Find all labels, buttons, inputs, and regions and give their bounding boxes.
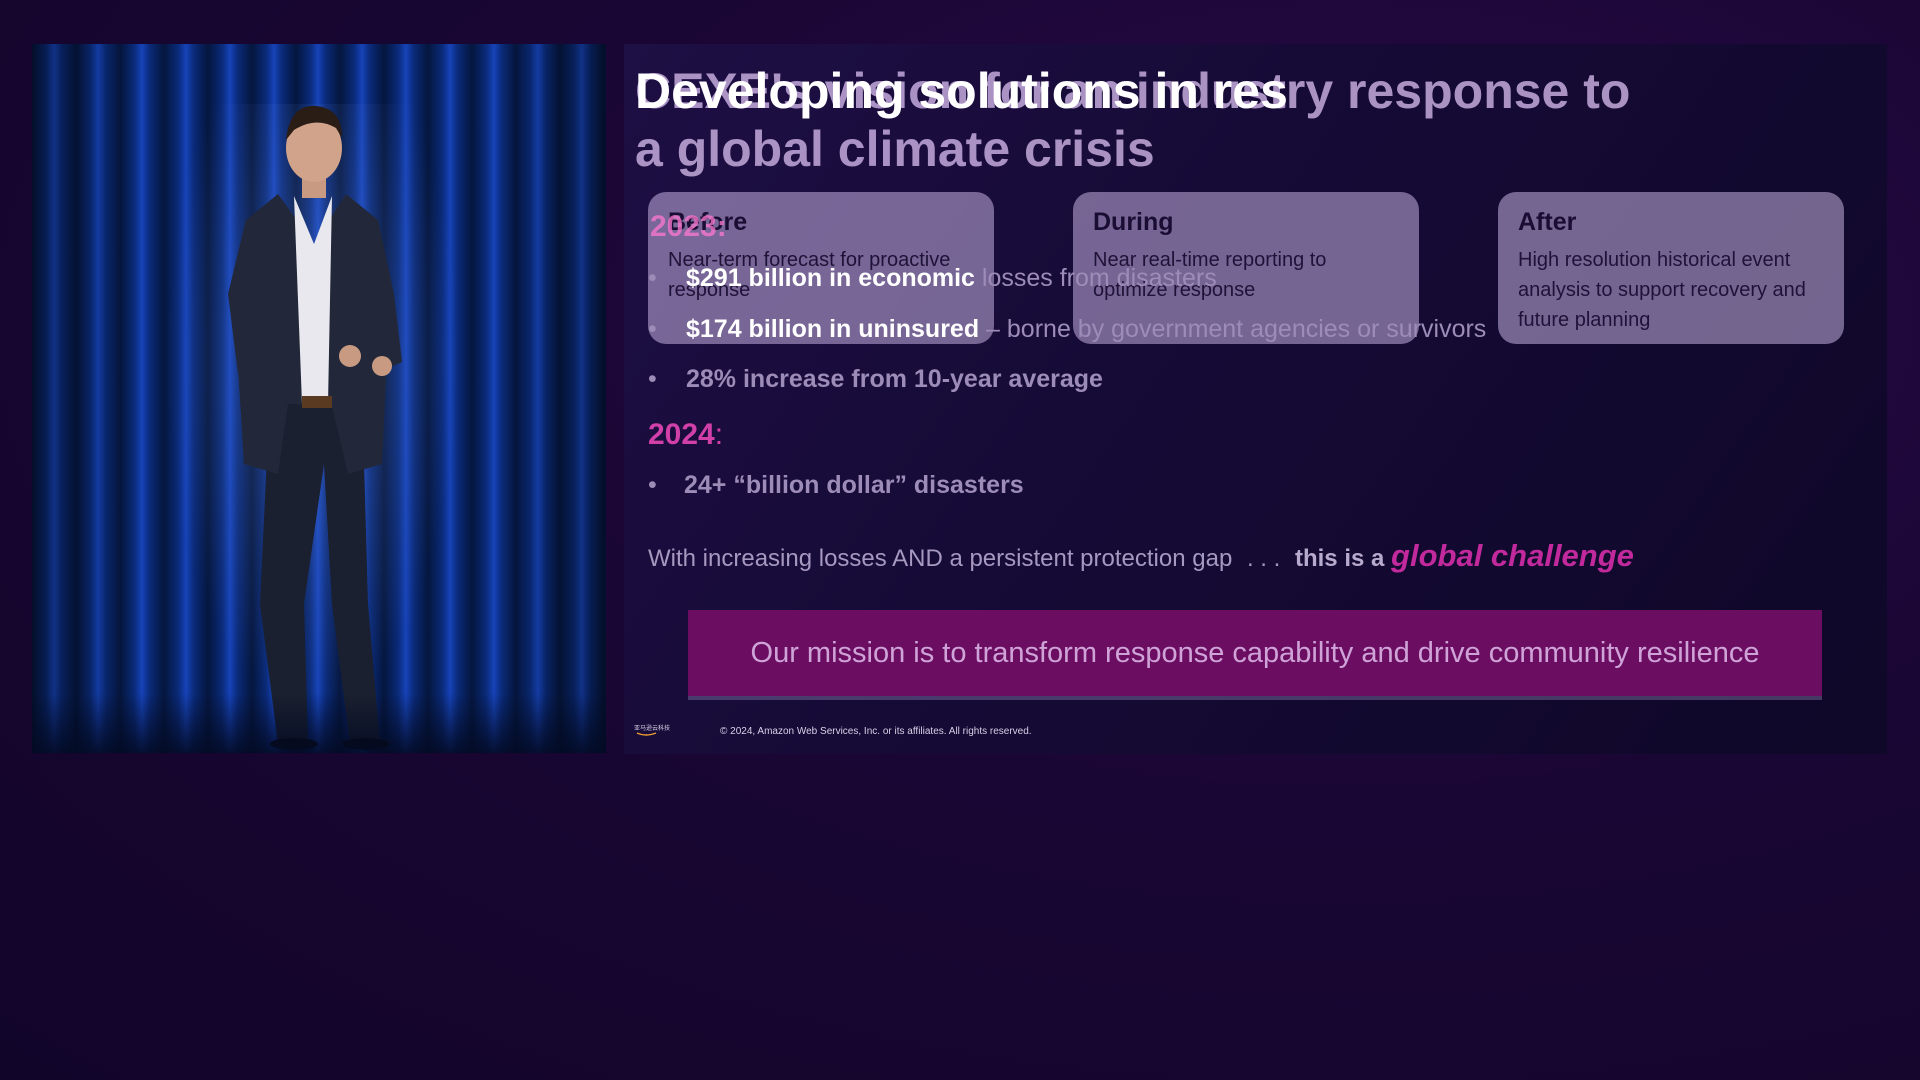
stat-bullet-economic-losses: • $291 billion in economic losses from di…: [648, 264, 1217, 293]
challenge-emphasis: global challenge: [1391, 538, 1634, 573]
stat-bullet-disasters: • 24+ “billion dollar” disasters: [648, 471, 1024, 500]
speaker-figure: [228, 105, 402, 750]
challenge-lead: With increasing losses AND a persistent …: [648, 545, 1233, 572]
year-2024-heading: 2024:: [648, 418, 723, 452]
card-after-heading: After: [1518, 208, 1577, 236]
bullet-dot: •: [648, 315, 657, 343]
year-2024-label: 2024: [648, 418, 715, 451]
stat-bullet-uninsured: • $174 billion in uninsured – borne by go…: [648, 315, 1486, 344]
presentation-stage: CEXE's vision for an industry response t…: [0, 0, 1920, 1080]
year-2023-label: 2023: [650, 210, 717, 243]
slide-title-overlay: Developing solutions in res: [635, 63, 1288, 119]
svg-text:亚马逊云科技: 亚马逊云科技: [634, 724, 670, 732]
mission-banner: Our mission is to transform response cap…: [688, 610, 1822, 696]
year-2024-colon: :: [714, 418, 724, 451]
presentation-slide: CEXE's vision for an industry response t…: [624, 44, 1887, 754]
bullet-dot: •: [648, 365, 657, 393]
challenge-statement: With increasing losses AND a persistent …: [648, 538, 1634, 574]
challenge-ellipsis: . . .: [1246, 545, 1281, 572]
footer-copyright: © 2024, Amazon Web Services, Inc. or its…: [720, 726, 1032, 737]
year-2023-colon: :: [716, 210, 727, 243]
stat-uninsured-rest: – borne by government agencies or surviv…: [979, 315, 1487, 343]
stat-bullet-increase: • 28% increase from 10-year average: [648, 365, 1103, 394]
year-2023-heading: 2023:: [650, 210, 727, 244]
stat-economic-strong: $291 billion in economic: [686, 264, 975, 292]
speaker-video: [32, 44, 606, 753]
bullet-dot: •: [648, 264, 657, 292]
mission-text: Our mission is to transform response cap…: [750, 636, 1760, 669]
stat-economic-rest: losses from disasters: [974, 264, 1217, 292]
aws-china-logo-icon: 亚马逊云科技: [634, 724, 670, 736]
card-during-heading: During: [1093, 208, 1174, 236]
bullet-dot: •: [648, 471, 657, 499]
stat-uninsured-strong: $174 billion in uninsured: [686, 315, 980, 343]
stat-disasters-strong: 24+ “billion dollar” disasters: [684, 471, 1024, 499]
card-after: After High resolution historical event a…: [1498, 192, 1844, 344]
card-after-body: High resolution historical event analysi…: [1518, 249, 1806, 331]
stage-floor: [32, 693, 606, 753]
challenge-strong: this is a: [1294, 545, 1385, 572]
stat-increase-strong: 28% increase from 10-year average: [686, 365, 1103, 393]
